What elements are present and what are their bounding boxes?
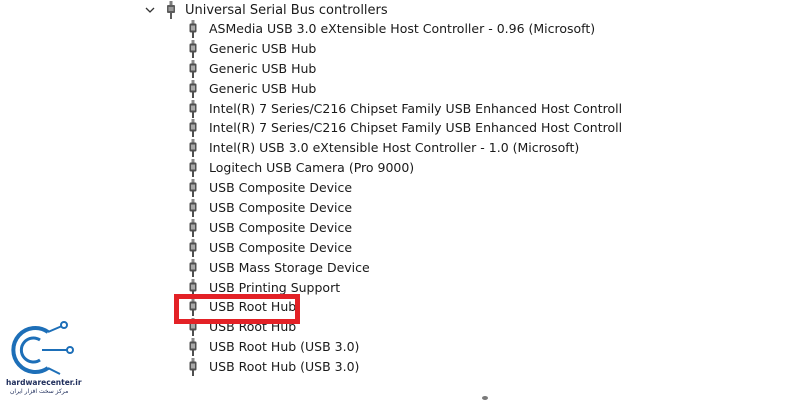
device-row[interactable]: USB Composite Device — [186, 218, 622, 238]
footer-dot — [482, 396, 488, 400]
device-label: Generic USB Hub — [209, 60, 317, 76]
device-label: USB Mass Storage Device — [209, 259, 370, 275]
device-row[interactable]: USB Root Hub — [186, 317, 622, 337]
device-row[interactable]: USB Mass Storage Device — [186, 258, 622, 278]
usb-plug-icon — [186, 39, 200, 58]
device-label: USB Root Hub — [209, 299, 297, 315]
usb-plug-icon — [186, 338, 200, 357]
device-label: ASMedia USB 3.0 eXtensible Host Controll… — [209, 20, 596, 36]
device-row[interactable]: ASMedia USB 3.0 eXtensible Host Controll… — [186, 19, 622, 39]
usb-plug-icon — [186, 179, 200, 198]
device-label: Intel(R) USB 3.0 eXtensible Host Control… — [209, 140, 580, 156]
device-row[interactable]: USB Composite Device — [186, 198, 622, 218]
device-row[interactable]: USB Root Hub (USB 3.0) — [186, 337, 622, 357]
chevron-down-icon[interactable] — [144, 4, 156, 16]
device-row[interactable]: Intel(R) 7 Series/C216 Chipset Family US… — [186, 118, 622, 138]
device-row[interactable]: USB Composite Device — [186, 178, 622, 198]
device-label: USB Composite Device — [209, 239, 353, 255]
device-manager-tree: Universal Serial Bus controllers ASMedia… — [0, 0, 800, 400]
device-row[interactable]: USB Printing Support — [186, 278, 622, 298]
watermark-name: hardwarecenter.ir — [6, 378, 82, 387]
device-row[interactable]: Generic USB Hub — [186, 79, 622, 99]
usb-plug-icon — [186, 159, 200, 178]
device-label: USB Root Hub — [209, 319, 297, 335]
device-row[interactable]: Intel(R) USB 3.0 eXtensible Host Control… — [186, 138, 622, 158]
category-usb-controllers[interactable]: Universal Serial Bus controllers — [144, 0, 388, 20]
device-label: Generic USB Hub — [209, 40, 317, 56]
device-row[interactable]: Intel(R) 7 Series/C216 Chipset Family US… — [186, 99, 622, 119]
device-list: ASMedia USB 3.0 eXtensible Host Controll… — [186, 19, 622, 377]
usb-plug-icon — [186, 298, 200, 317]
device-label: USB Composite Device — [209, 219, 353, 235]
device-row[interactable]: USB Composite Device — [186, 238, 622, 258]
device-label: Logitech USB Camera (Pro 9000) — [209, 160, 415, 176]
usb-plug-icon — [186, 358, 200, 377]
usb-plug-icon — [186, 318, 200, 337]
device-label: USB Composite Device — [209, 180, 353, 196]
usb-plug-icon — [186, 238, 200, 257]
usb-plug-icon — [186, 218, 200, 237]
device-label: Intel(R) 7 Series/C216 Chipset Family US… — [209, 100, 623, 116]
usb-plug-icon — [186, 139, 200, 158]
device-row[interactable]: Generic USB Hub — [186, 39, 622, 59]
device-row[interactable]: Generic USB Hub — [186, 59, 622, 79]
category-label: Universal Serial Bus controllers — [185, 2, 388, 18]
device-label: Generic USB Hub — [209, 80, 317, 96]
usb-plug-icon — [186, 99, 200, 118]
device-label: USB Printing Support — [209, 279, 341, 295]
usb-plug-icon — [186, 119, 200, 138]
device-label: USB Root Hub (USB 3.0) — [209, 339, 360, 355]
usb-plug-icon — [186, 19, 200, 38]
usb-plug-icon — [186, 79, 200, 98]
device-label: USB Root Hub (USB 3.0) — [209, 359, 360, 375]
usb-plug-icon — [186, 59, 200, 78]
device-row[interactable]: USB Root Hub (USB 3.0) — [186, 357, 622, 377]
device-row[interactable]: USB Root Hub — [186, 297, 622, 317]
device-label: USB Composite Device — [209, 199, 353, 215]
device-row[interactable]: Logitech USB Camera (Pro 9000) — [186, 158, 622, 178]
usb-plug-icon — [186, 258, 200, 277]
device-label: Intel(R) 7 Series/C216 Chipset Family US… — [209, 120, 623, 136]
usb-plug-icon — [186, 278, 200, 297]
usb-controller-icon — [164, 1, 178, 19]
usb-plug-icon — [186, 198, 200, 217]
watermark-subtitle: مرکز سخت افزار ایران — [10, 388, 69, 395]
